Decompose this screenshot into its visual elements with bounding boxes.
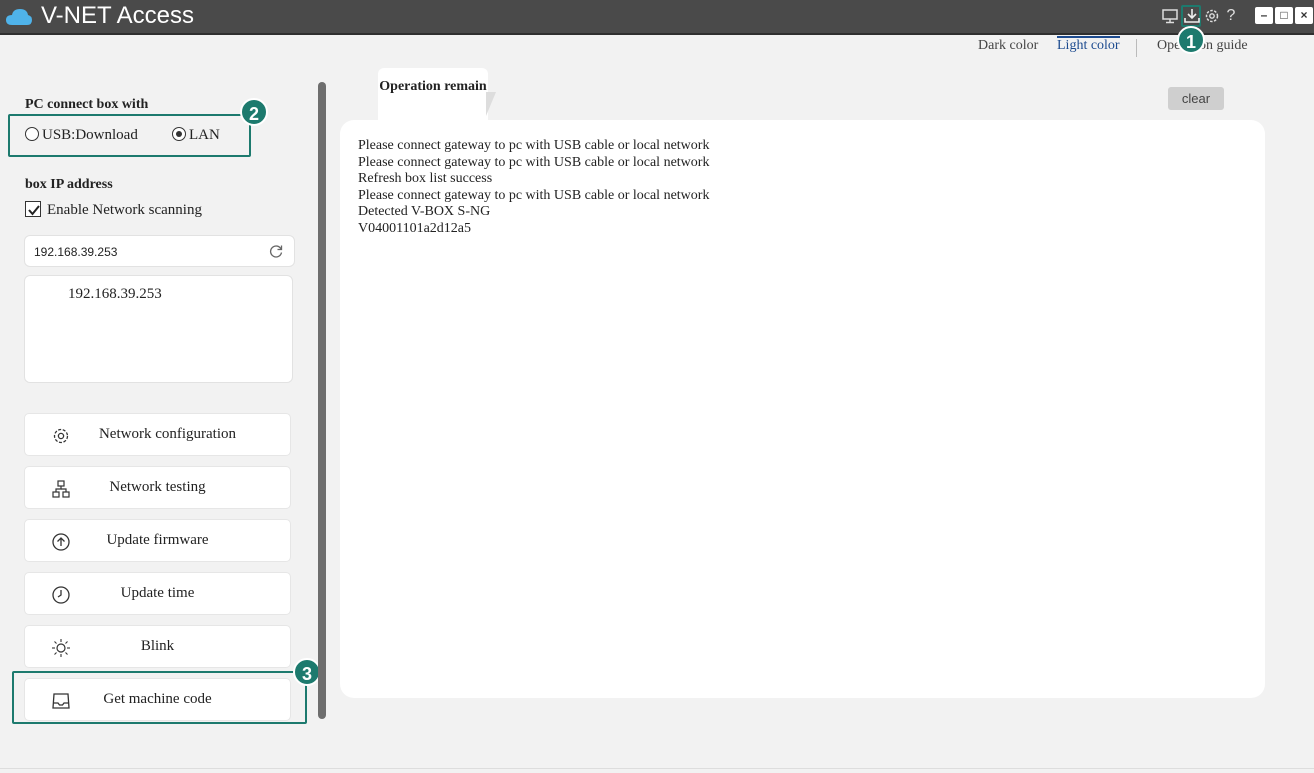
box-ip-label: box IP address: [25, 177, 113, 192]
checkbox-box: [25, 201, 41, 217]
tab-operation-remain[interactable]: Operation remain: [378, 68, 488, 120]
radio-dot-selected: [172, 127, 186, 141]
log-line: Please connect gateway to pc with USB ca…: [358, 154, 710, 170]
log-panel: Please connect gateway to pc with USB ca…: [340, 120, 1265, 698]
refresh-icon[interactable]: [268, 243, 284, 259]
maximize-button[interactable]: □: [1275, 7, 1293, 24]
lan-label: LAN: [189, 127, 220, 143]
usb-download-radio[interactable]: USB:Download: [25, 127, 138, 144]
dark-color-link[interactable]: Dark color: [978, 38, 1038, 54]
checkmark-icon: [28, 205, 40, 216]
theme-divider: [1136, 39, 1137, 57]
gear-icon[interactable]: [1202, 5, 1222, 27]
callout-badge-2: 2: [240, 98, 268, 126]
left-panel-scrollbar[interactable]: [318, 82, 326, 719]
monitor-icon[interactable]: [1160, 5, 1180, 27]
log-line: Please connect gateway to pc with USB ca…: [358, 138, 710, 153]
log-line: V04001101a2d12a5: [358, 220, 472, 236]
update-firmware-label: Update firmware: [106, 532, 209, 548]
update-firmware-button[interactable]: Update firmware: [24, 519, 291, 562]
callout-badge-1: 1: [1177, 26, 1205, 54]
network-configuration-button[interactable]: Network configuration: [24, 413, 291, 456]
clear-button[interactable]: clear: [1168, 87, 1224, 110]
help-icon[interactable]: ?: [1221, 5, 1241, 27]
update-time-button[interactable]: Update time: [24, 572, 291, 615]
download-icon[interactable]: [1181, 5, 1201, 27]
network-scanning-checkbox[interactable]: Enable Network scanning: [25, 201, 202, 219]
log-line: Please connect gateway to pc with USB ca…: [358, 187, 710, 203]
network-configuration-label: Network configuration: [98, 426, 237, 442]
light-color-link[interactable]: Light color: [1057, 36, 1120, 54]
status-divider: [0, 768, 1314, 769]
callout-box-3: [12, 671, 307, 724]
callout-badge-3: 3: [293, 658, 321, 686]
update-time-label: Update time: [120, 585, 195, 601]
cloud-logo-icon: [6, 9, 32, 25]
network-testing-button[interactable]: Network testing: [24, 466, 291, 509]
ip-address-input[interactable]: 192.168.39.253: [24, 235, 295, 267]
network-scanning-label: Enable Network scanning: [47, 202, 202, 218]
close-button[interactable]: ×: [1295, 7, 1313, 24]
blink-button[interactable]: Blink: [24, 625, 291, 668]
ip-address-list[interactable]: 192.168.39.253: [24, 275, 293, 383]
app-title: V-NET Access: [41, 2, 194, 29]
log-line: Detected V-BOX S-NG: [358, 204, 491, 219]
tab-shadow: [486, 92, 496, 116]
log-line: Refresh box list success: [358, 171, 493, 186]
title-bar: V-NET Access ? – □ ×: [0, 0, 1314, 35]
lan-radio[interactable]: LAN: [172, 127, 220, 144]
ip-list-item[interactable]: 192.168.39.253: [68, 286, 162, 303]
network-testing-label: Network testing: [109, 479, 206, 495]
radio-dot: [25, 127, 39, 141]
log-lines: Please connect gateway to pc with USB ca…: [358, 138, 709, 237]
minimize-button[interactable]: –: [1255, 7, 1273, 24]
blink-label: Blink: [140, 638, 175, 654]
usb-download-label: USB:Download: [42, 127, 138, 143]
connection-label: PC connect box with: [25, 97, 149, 112]
